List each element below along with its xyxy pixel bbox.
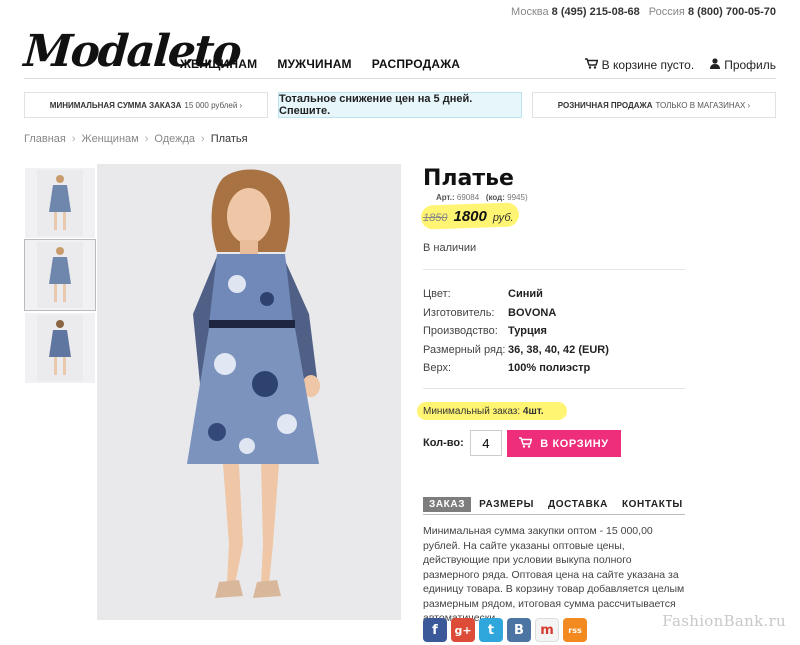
quantity-input[interactable] — [469, 430, 502, 456]
art-value: 69084 — [456, 193, 480, 202]
tabs-divider — [423, 514, 685, 515]
phone-moscow-label: Москва — [511, 6, 549, 18]
header-divider — [24, 78, 776, 79]
spec-value: Синий — [508, 288, 543, 301]
breadcrumb-separator: › — [71, 133, 76, 145]
thumbnail-2[interactable] — [24, 239, 96, 311]
phone-russia-label: Россия — [648, 6, 685, 18]
breadcrumb-separator: › — [144, 133, 149, 145]
thumbnail-1-image — [37, 170, 83, 236]
promo-left-bold: МИНИМАЛЬНАЯ СУММА ЗАКАЗА — [49, 100, 182, 110]
promo-sale-banner[interactable]: Тотальное снижение цен на 5 дней. Спешит… — [278, 92, 522, 118]
min-order: Минимальный заказ: 4шт. — [417, 402, 567, 420]
tab-delivery[interactable]: ДОСТАВКА — [542, 497, 614, 512]
spec-row: Цвет: Синий — [423, 285, 609, 304]
rss-icon[interactable]: rss — [563, 618, 587, 642]
breadcrumb: Главная › Женщинам › Одежда › Платья — [24, 133, 248, 145]
promo-left-rest: 15 000 рублей › — [184, 100, 243, 110]
breadcrumb-home[interactable]: Главная — [24, 133, 66, 145]
breadcrumb-separator: › — [201, 133, 205, 145]
thumbnail-3-image — [37, 315, 83, 381]
product-price: 1850 1800 руб. — [420, 202, 520, 230]
spec-value: BOVONA — [508, 306, 557, 319]
spec-row: Верх: 100% полиэстр — [423, 359, 609, 378]
code-label: (код: — [485, 193, 505, 202]
old-price: 1850 — [423, 212, 448, 224]
product-specs: Цвет: Синий Изготовитель: BOVONA Произво… — [423, 285, 609, 378]
product-title: Платье — [423, 166, 514, 191]
cart-icon — [584, 58, 599, 72]
specs-divider — [423, 388, 685, 389]
spec-value: Турция — [508, 325, 547, 338]
promo-right-rest: ТОЛЬКО В МАГАЗИНАХ › — [655, 100, 751, 110]
breadcrumb-clothes[interactable]: Одежда — [154, 133, 195, 145]
spec-row: Изготовитель: BOVONA — [423, 304, 609, 323]
thumbnail-1[interactable] — [24, 167, 96, 239]
cart-link[interactable]: В корзине пусто. — [584, 58, 695, 72]
tab-order[interactable]: ЗАКАЗ — [423, 497, 472, 512]
art-label: Арт.: — [436, 193, 455, 202]
tab-contacts[interactable]: КОНТАКТЫ — [616, 497, 689, 512]
main-nav: ЖЕНЩИНАМ МУЖЧИНАМ РАСПРОДАЖА — [180, 57, 460, 71]
phone-moscow[interactable]: 8 (495) 215-08-68 — [552, 6, 640, 18]
profile-link[interactable]: Профиль — [710, 58, 776, 72]
social-share: f g+ t B m rss — [423, 618, 587, 642]
profile-text: Профиль — [724, 58, 776, 72]
watermark: FashionBank.ru — [662, 612, 786, 630]
min-order-value: 4шт. — [522, 406, 544, 417]
min-order-label: Минимальный заказ: — [423, 406, 521, 417]
vk-icon[interactable]: B — [507, 618, 531, 642]
promo-retail[interactable]: РОЗНИЧНАЯ ПРОДАЖА ТОЛЬКО В МАГАЗИНАХ › — [532, 92, 776, 118]
user-icon — [710, 58, 721, 72]
thumbnail-3[interactable] — [24, 312, 96, 384]
thumbnail-2-image — [37, 242, 83, 308]
add-to-cart-button[interactable]: В КОРЗИНУ — [507, 430, 621, 457]
price-currency: руб. — [492, 212, 514, 224]
cart-icon — [519, 436, 533, 451]
phone-russia[interactable]: 8 (800) 700-05-70 — [688, 6, 776, 18]
stock-status: В наличии — [423, 242, 477, 254]
info-tabs: ЗАКАЗ РАЗМЕРЫ ДОСТАВКА КОНТАКТЫ — [423, 497, 689, 512]
quantity-label: Кол-во: — [423, 437, 464, 449]
nav-men[interactable]: МУЖЧИНАМ — [277, 57, 351, 71]
spec-key: Производство: — [423, 325, 498, 338]
add-to-cart-label: В КОРЗИНУ — [540, 437, 609, 450]
nav-sale[interactable]: РАСПРОДАЖА — [372, 57, 460, 71]
tab-content: Минимальная сумма закупки оптом - 15 000… — [423, 525, 685, 624]
new-price: 1800 — [453, 208, 487, 225]
product-codes: Арт.: 69084 (код: 9945) — [436, 193, 528, 202]
promo-right-bold: РОЗНИЧНАЯ ПРОДАЖА — [557, 100, 653, 110]
spec-key: Верх: — [423, 362, 452, 375]
code-value: 9945) — [507, 193, 528, 202]
dress-photo — [97, 164, 401, 620]
header-actions: В корзине пусто. Профиль — [584, 58, 776, 72]
breadcrumb-women[interactable]: Женщинам — [82, 133, 139, 145]
twitter-icon[interactable]: t — [479, 618, 503, 642]
spec-key: Размерный ряд: — [423, 343, 506, 356]
tab-sizes[interactable]: РАЗМЕРЫ — [473, 497, 540, 512]
spec-key: Цвет: — [423, 288, 451, 301]
info-divider — [423, 269, 685, 270]
quantity-group: Кол-во: — [423, 430, 502, 456]
spec-key: Изготовитель: — [423, 306, 495, 319]
breadcrumb-current: Платья — [210, 133, 248, 145]
spec-value: 100% полиэстр — [508, 362, 591, 375]
google-plus-icon[interactable]: g+ — [451, 618, 475, 642]
spec-row: Размерный ряд: 36, 38, 40, 42 (EUR) — [423, 341, 609, 360]
promo-min-order[interactable]: МИНИМАЛЬНАЯ СУММА ЗАКАЗА 15 000 рублей › — [24, 92, 268, 118]
nav-women[interactable]: ЖЕНЩИНАМ — [180, 57, 257, 71]
cart-text: В корзине пусто. — [601, 58, 695, 72]
product-main-image[interactable] — [97, 164, 401, 620]
promo-bar: МИНИМАЛЬНАЯ СУММА ЗАКАЗА 15 000 рублей ›… — [24, 92, 776, 118]
spec-row: Производство: Турция — [423, 322, 609, 341]
spec-value: 36, 38, 40, 42 (EUR) — [508, 343, 609, 356]
moi-mir-icon[interactable]: m — [535, 618, 559, 642]
facebook-icon[interactable]: f — [423, 618, 447, 642]
header-phones: Москва 8 (495) 215-08-68 Россия 8 (800) … — [511, 6, 776, 18]
